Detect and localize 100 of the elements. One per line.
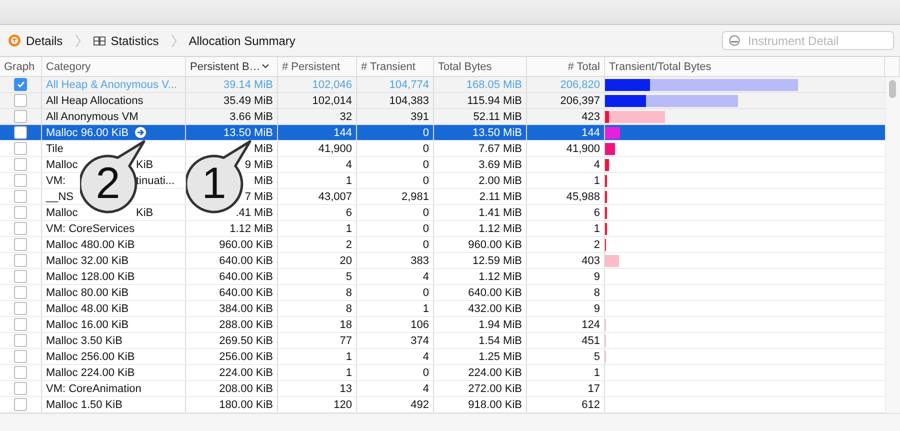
table-row[interactable]: Malloc 480.00 KiB 960.00 KiB 2 0 960.00 KiB 2 [0, 237, 885, 253]
checkbox[interactable] [14, 286, 27, 299]
table-row[interactable]: Malloc 32.00 KiB 640.00 KiB 20 383 12.59 MiB 403 [0, 253, 885, 269]
checkbox[interactable] [14, 382, 27, 395]
table-row[interactable]: VM: CoreAnimation 208.00 KiB 13 4 272.00 KiB 17 [0, 381, 885, 397]
table-row[interactable]: All Anonymous VM 3.66 MiB 32 391 52.11 MiB 423 [0, 109, 885, 125]
table-cell: 640.00 KiB [468, 286, 522, 298]
breadcrumb[interactable]: Allocation Summary [188, 34, 296, 48]
checkbox[interactable] [14, 398, 27, 411]
column-header[interactable]: # Total [527, 57, 605, 76]
table-cell: 640.00 KiB [219, 270, 273, 282]
table-cell: 4 [346, 158, 352, 170]
table-row[interactable]: Malloc 48.00 KiB 384.00 KiB 8 1 432.00 KiB 9 [0, 301, 885, 317]
checkbox[interactable] [14, 302, 27, 315]
table-cell: 43,007 [318, 190, 352, 202]
checkbox[interactable] [14, 318, 27, 331]
checkbox[interactable] [14, 366, 27, 379]
table-row[interactable]: Malloc 96.00 KiB 13.50 MiB 144 0 13.50 MiB 144 [0, 125, 885, 141]
table-cell: 0 [422, 286, 429, 298]
table-row[interactable]: Malloc KiB .41 MiB 6 0 1.41 MiB 6 [0, 205, 885, 221]
checkbox[interactable] [14, 94, 27, 107]
table-row[interactable]: Malloc 1.50 KiB 180.00 KiB 120 492 918.00 KiB 612 [0, 397, 885, 413]
search-input[interactable]: Instrument Detail [748, 34, 878, 48]
checkbox[interactable] [14, 222, 27, 235]
category-text: KiB [136, 158, 154, 170]
table-cell: 4 [594, 158, 600, 170]
table-cell: 32 [340, 110, 352, 122]
checkbox[interactable] [14, 158, 27, 171]
checkbox[interactable] [14, 270, 27, 283]
table-cell: 39.14 MiB [223, 78, 273, 90]
checkbox[interactable] [14, 206, 27, 219]
search-field[interactable]: Instrument Detail [722, 31, 894, 50]
table-cell: 6 [594, 206, 600, 218]
table-cell: MiB [254, 142, 273, 154]
checkbox[interactable] [14, 78, 27, 91]
table-row[interactable]: Malloc 80.00 KiB 640.00 KiB 8 0 640.00 KiB 8 [0, 285, 885, 301]
table-row[interactable]: VM: CoreServices 1.12 MiB 1 0 1.12 MiB 1 [0, 221, 885, 237]
table-cell: 423 [582, 110, 600, 122]
table-cell: 403 [582, 254, 600, 266]
table-cell: 1.12 MiB [478, 270, 522, 282]
table-cell: 1 [346, 366, 352, 378]
table-cell: 1.12 MiB [478, 222, 522, 234]
table-cell: 7 MiB [244, 190, 273, 202]
checkbox[interactable] [14, 350, 27, 363]
table-cell: 144 [334, 126, 352, 138]
category-text: VM: [46, 174, 67, 186]
checkmark-icon [16, 81, 24, 88]
table-cell: 13.50 MiB [472, 126, 522, 138]
column-header[interactable]: Persistent B… [186, 57, 278, 76]
column-header[interactable]: Transient/Total Bytes [605, 57, 885, 76]
checkbox[interactable] [14, 190, 27, 203]
table-row[interactable]: Malloc 3.50 KiB 269.50 KiB 77 374 1.54 MiB 451 [0, 333, 885, 349]
table-cell: 2 [594, 238, 600, 250]
category-text: tinuati... [136, 174, 176, 186]
arrow-right-icon[interactable] [134, 127, 146, 138]
table-row[interactable]: Malloc 128.00 KiB 640.00 KiB 5 4 1.12 MiB 9 [0, 269, 885, 285]
table-cell: 106 [410, 318, 429, 330]
table-cell: 3.69 MiB [478, 158, 522, 170]
table-cell: 206,820 [560, 78, 600, 90]
checkbox[interactable] [14, 110, 27, 123]
table-row[interactable]: Malloc 224.00 KiB 224.00 KiB 1 0 224.00 KiB 1 [0, 365, 885, 381]
table-cell: 1.54 MiB [478, 334, 522, 346]
table-cell: 1 [346, 174, 352, 186]
breadcrumb[interactable]: Statistics [92, 34, 159, 48]
table-cell: 224.00 KiB [468, 366, 522, 378]
table-cell: 8 [346, 286, 352, 298]
table-cell: 8 [594, 286, 600, 298]
table-cell: 391 [410, 110, 429, 122]
table-cell: 269.50 KiB [219, 334, 273, 346]
category-text: Malloc 1.50 KiB [46, 398, 122, 410]
checkbox[interactable] [14, 126, 27, 139]
table-cell: 918.00 KiB [468, 398, 522, 410]
table-row[interactable]: All Heap Allocations 35.49 MiB 102,014 104,383 115.94 MiB 206,397 [0, 93, 885, 109]
table-cell: 1 [346, 350, 352, 362]
table-cell: 168.05 MiB [466, 78, 522, 90]
column-header[interactable]: Category [42, 57, 186, 76]
checkbox[interactable] [14, 238, 27, 251]
scrollbar-thumb[interactable] [889, 80, 896, 98]
table-cell: 1 [594, 222, 600, 234]
checkbox[interactable] [14, 174, 27, 187]
table-cell: 1 [594, 174, 600, 186]
column-header[interactable]: Total Bytes [434, 57, 527, 76]
table-cell: 272.00 KiB [468, 382, 522, 394]
table-cell: 492 [410, 398, 429, 410]
table-row[interactable]: Tile MiB 41,900 0 7.67 MiB 41,900 [0, 141, 885, 157]
column-header[interactable]: # Persistent [278, 57, 357, 76]
column-header[interactable]: # Transient [357, 57, 434, 76]
checkbox[interactable] [14, 142, 27, 155]
table-cell: 9 MiB [244, 158, 273, 170]
table-row[interactable]: Malloc 256.00 KiB 256.00 KiB 1 4 1.25 MiB 5 [0, 349, 885, 365]
table-row[interactable]: Malloc 16.00 KiB 288.00 KiB 18 106 1.94 MiB 124 [0, 317, 885, 333]
table-cell: 208.00 KiB [219, 382, 273, 394]
breadcrumb[interactable]: Details [8, 34, 63, 48]
column-header[interactable]: Graph [0, 57, 42, 76]
table-cell: 9 [594, 302, 600, 314]
category-text: Malloc 80.00 KiB [46, 286, 129, 298]
checkbox[interactable] [14, 334, 27, 347]
checkbox[interactable] [14, 254, 27, 267]
table-cell: 124 [582, 318, 600, 330]
table-cell: 0 [422, 126, 429, 138]
